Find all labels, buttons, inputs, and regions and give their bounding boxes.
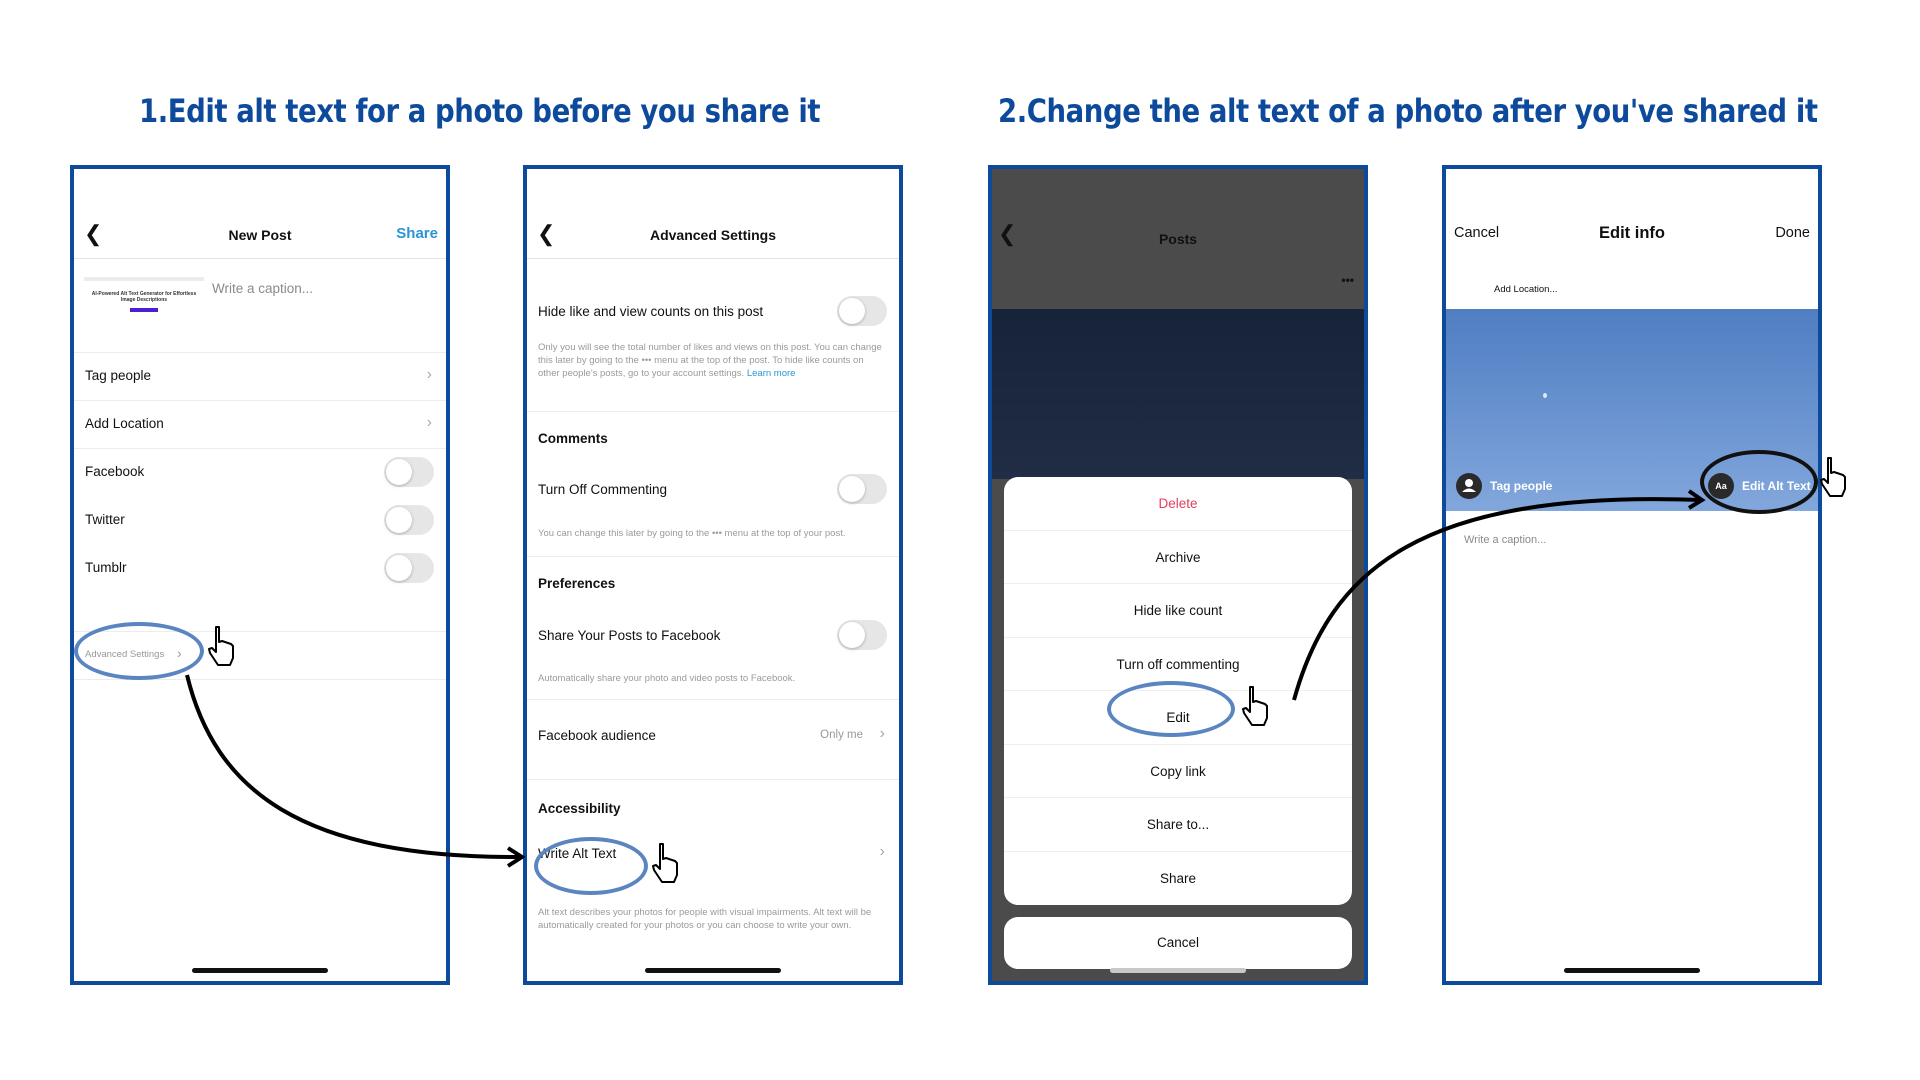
thumbnail-button: [130, 308, 158, 312]
menu-item-copy-link[interactable]: Copy link: [1004, 745, 1352, 798]
learn-more-link[interactable]: Learn more: [747, 368, 796, 379]
hide-counts-toggle[interactable]: [837, 296, 887, 326]
row-turn-off-commenting: Turn Off Commenting: [527, 474, 899, 504]
share-to-facebook-toggle[interactable]: [837, 620, 887, 650]
row-twitter: Twitter: [74, 497, 446, 545]
row-tumblr: Tumblr: [74, 545, 446, 593]
alt-text-note: Alt text describes your photos for peopl…: [538, 907, 872, 931]
menu-item-hide-like-count[interactable]: Hide like count: [1004, 584, 1352, 638]
twitter-toggle[interactable]: [384, 505, 434, 535]
menu-item-archive[interactable]: Archive: [1004, 531, 1352, 584]
row-add-location[interactable]: Add Location ›: [74, 401, 446, 449]
row-tag-people[interactable]: Tag people ›: [74, 353, 446, 401]
highlight-oval-edit-alt-text: [1700, 450, 1818, 514]
section-heading-accessibility: Accessibility: [538, 801, 621, 816]
thumbnail-text: AI-Powered Alt Text Generator for Effort…: [91, 291, 197, 303]
menu-item-share[interactable]: Share: [1004, 852, 1352, 906]
hand-pointer-icon: [1820, 457, 1846, 497]
share-button[interactable]: Share: [396, 225, 438, 242]
more-options-icon[interactable]: •••: [1341, 273, 1354, 287]
hand-pointer-icon: [652, 843, 678, 883]
chevron-right-icon: ›: [426, 366, 432, 383]
row-facebook: Facebook: [74, 449, 446, 497]
section-title-after-share: 2.Change the alt text of a photo after y…: [998, 92, 1818, 130]
highlight-oval-write-alt-text: [534, 837, 648, 895]
phone-new-post: ❮ New Post Share AI-Powered Alt Text Gen…: [70, 165, 450, 985]
highlight-oval-advanced-settings: [74, 622, 204, 680]
commenting-note: You can change this later by going to th…: [538, 528, 846, 539]
nav-title: New Post: [228, 227, 292, 243]
row-label: Tag people: [85, 368, 152, 383]
home-indicator: [645, 968, 781, 973]
audience-value: Only me: [820, 729, 863, 741]
hide-counts-note: Only you will see the total number of li…: [538, 341, 885, 380]
home-indicator: [192, 968, 328, 973]
chevron-right-icon: ›: [879, 843, 885, 860]
row-label: Facebook audience: [538, 728, 656, 743]
phone-edit-info: Cancel Edit info Done Add Location... Ta…: [1442, 165, 1822, 985]
divider: [527, 411, 899, 412]
person-icon: [1456, 473, 1482, 499]
row-label: Turn Off Commenting: [538, 482, 668, 497]
share-facebook-note: Automatically share your photo and video…: [538, 673, 796, 684]
add-location-link[interactable]: Add Location...: [1494, 284, 1557, 295]
hand-pointer-icon: [1242, 686, 1268, 726]
row-share-to-facebook: Share Your Posts to Facebook: [527, 620, 899, 650]
row-label: Add Location: [85, 416, 164, 431]
hand-pointer-icon: [208, 626, 234, 666]
dimmed-photo: [992, 309, 1364, 479]
section-heading-comments: Comments: [538, 431, 608, 446]
row-hide-counts: Hide like and view counts on this post: [527, 296, 899, 326]
phone-posts-menu: ❮ Posts ••• Delete Archive Hide like cou…: [988, 165, 1368, 985]
nav-bar: ❮ New Post Share: [74, 169, 446, 259]
nav-title: Advanced Settings: [649, 227, 777, 243]
tag-people-button[interactable]: Tag people: [1490, 479, 1552, 493]
dimmed-header: ❮ Posts •••: [992, 169, 1364, 309]
menu-item-delete[interactable]: Delete: [1004, 477, 1352, 531]
nav-title: Posts: [1158, 231, 1198, 247]
caption-input[interactable]: Write a caption...: [212, 281, 313, 296]
tumblr-toggle[interactable]: [384, 553, 434, 583]
nav-bar: ❮ Advanced Settings: [527, 169, 899, 259]
done-button[interactable]: Done: [1775, 225, 1810, 241]
nav-bar: Cancel Edit info Done: [1446, 169, 1818, 259]
chevron-right-icon: ›: [879, 725, 885, 742]
row-label: Hide like and view counts on this post: [538, 304, 764, 319]
post-thumbnail: AI-Powered Alt Text Generator for Effort…: [84, 277, 204, 337]
row-label: Share Your Posts to Facebook: [538, 628, 721, 643]
highlight-oval-edit: [1107, 681, 1235, 737]
row-label: Twitter: [85, 512, 125, 527]
cancel-button[interactable]: Cancel: [1004, 917, 1352, 969]
chevron-right-icon: ›: [426, 414, 432, 431]
section-title-before-share: 1.Edit alt text for a photo before you s…: [139, 92, 821, 130]
home-indicator: [1110, 968, 1246, 973]
home-indicator: [1564, 968, 1700, 973]
turn-off-commenting-toggle[interactable]: [837, 474, 887, 504]
note-text: Only you will see the total number of li…: [538, 342, 882, 379]
row-label: Tumblr: [85, 560, 127, 575]
row-facebook-audience[interactable]: Facebook audience Only me ›: [527, 700, 899, 780]
caption-input[interactable]: Write a caption...: [1464, 534, 1546, 546]
row-label: Facebook: [85, 464, 145, 479]
moon: [1543, 393, 1547, 398]
section-heading-preferences: Preferences: [538, 576, 616, 591]
menu-item-share-to[interactable]: Share to...: [1004, 798, 1352, 852]
arrowhead-icon: [506, 846, 526, 868]
facebook-toggle[interactable]: [384, 457, 434, 487]
nav-title: Edit info: [1599, 224, 1665, 242]
divider: [527, 556, 899, 557]
